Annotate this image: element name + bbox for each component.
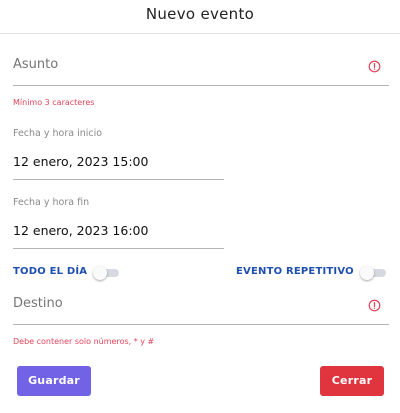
subject-placeholder: Asunto bbox=[13, 57, 59, 72]
alert-circle-icon bbox=[368, 299, 381, 312]
end-datetime-label: Fecha y hora fin bbox=[13, 197, 90, 208]
destination-error-text: Debe contener solo números, * y # bbox=[13, 337, 155, 346]
all-day-label: TODO EL DÍA bbox=[13, 266, 88, 277]
destination-placeholder: Destino bbox=[13, 296, 63, 311]
all-day-toggle-knob bbox=[93, 266, 107, 280]
start-datetime-value: 12 enero, 2023 15:00 bbox=[13, 154, 149, 169]
close-button[interactable]: Cerrar bbox=[320, 366, 384, 396]
repeat-event-toggle-knob bbox=[360, 266, 374, 280]
start-datetime-input[interactable]: 12 enero, 2023 15:00 bbox=[13, 152, 224, 180]
end-datetime-block: Fecha y hora fin 12 enero, 2023 16:00 bbox=[13, 197, 224, 257]
repeat-event-toggle[interactable] bbox=[360, 266, 388, 280]
start-datetime-block: Fecha y hora inicio 12 enero, 2023 15:00 bbox=[13, 128, 224, 188]
save-button[interactable]: Guardar bbox=[17, 366, 91, 396]
alert-circle-icon bbox=[368, 60, 381, 73]
subject-field[interactable]: Asunto bbox=[13, 54, 389, 86]
end-datetime-input[interactable]: 12 enero, 2023 16:00 bbox=[13, 221, 224, 249]
all-day-toggle[interactable] bbox=[93, 266, 121, 280]
modal-title: Nuevo evento bbox=[145, 5, 255, 23]
modal-header: Nuevo evento bbox=[0, 0, 400, 34]
destination-field[interactable]: Destino bbox=[13, 293, 389, 325]
start-datetime-label: Fecha y hora inicio bbox=[13, 128, 103, 139]
subject-error-text: Mínimo 3 caracteres bbox=[13, 98, 95, 107]
repeat-event-label: EVENTO REPETITIVO bbox=[236, 266, 354, 277]
end-datetime-value: 12 enero, 2023 16:00 bbox=[13, 223, 149, 238]
